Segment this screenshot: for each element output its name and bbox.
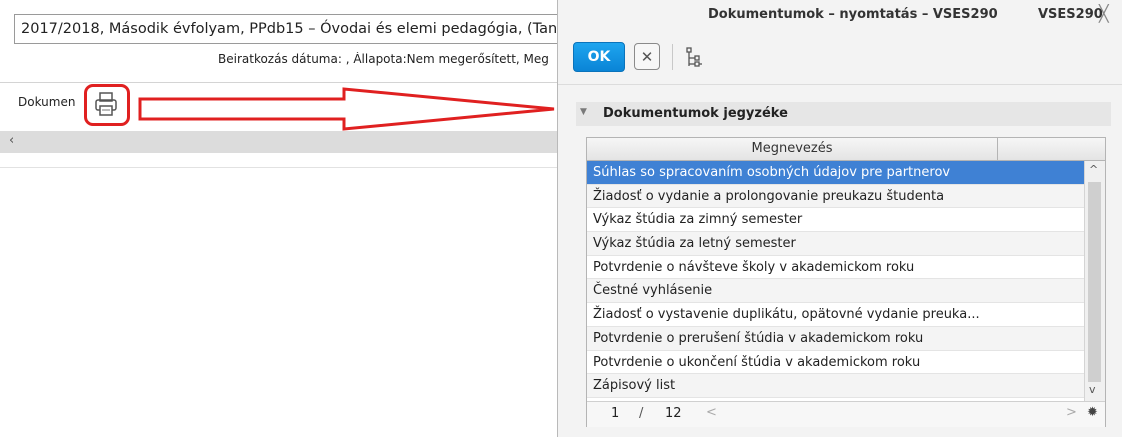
table-row[interactable]: Žiadosť o vystavenie duplikátu, opätovné… [587,303,1084,327]
student-window: 2017/2018, Második évfolyam, PPdb15 – Óv… [0,0,574,170]
divider [0,82,560,83]
next-page-icon[interactable]: > [1066,405,1077,420]
table-row[interactable]: Potvrdenie o návšteve školy v akademicko… [587,256,1084,280]
close-icon[interactable]: ╳ [1099,4,1109,23]
divider [558,84,1122,85]
pager-separator: / [639,406,644,421]
toolbar-separator [672,44,673,70]
ok-button[interactable]: OK [573,42,625,72]
panel-title: Dokumentumok jegyzéke [603,106,788,121]
table-row[interactable]: Čestné vyhlásenie [587,279,1084,304]
table-row[interactable]: Súhlas so spracovaním osobných údajov pr… [587,161,1084,185]
table-row[interactable]: Potvrdenie o ukončení štúdia v akademick… [587,351,1084,375]
table-row[interactable]: Zápisový list [587,374,1084,398]
total-pages: 12 [665,406,682,421]
table-row[interactable]: Potvrdenie o prerušení štúdia v akademic… [587,326,1084,351]
cancel-button[interactable]: ✕ [634,43,660,70]
table-row[interactable]: Žiadosť o vydanie a prolongovanie preuka… [587,184,1084,209]
table-header: Megnevezés [587,138,1105,161]
document-list-panel-header[interactable]: ▼ Dokumentumok jegyzéke [576,102,1111,126]
divider [0,167,560,168]
documents-table: Megnevezés Súhlas so spracovaním osobnýc… [586,137,1106,427]
table-pager: 1 / 12 < > ✹ [587,401,1105,427]
collapse-triangle-icon[interactable]: ▼ [580,107,587,117]
scrollbar-thumb[interactable] [1088,182,1101,382]
table-row[interactable]: Výkaz štúdia za zimný semester [587,208,1084,233]
current-page-input[interactable]: 1 [611,406,619,421]
column-header-name[interactable]: Megnevezés [587,138,998,160]
table-row[interactable]: Výkaz štúdia za letný semester [587,232,1084,256]
vertical-scrollbar[interactable]: ^ v [1084,161,1105,401]
documents-label: Dokumen [18,95,76,109]
hierarchy-icon[interactable] [684,46,704,68]
scroll-down-icon[interactable]: v [1089,383,1096,396]
horizontal-scrollbar[interactable]: ‹ [0,131,560,153]
enrollment-info: Beiratkozás dátuma: , Állapota:Nem meger… [218,52,549,66]
dialog-toolbar: OK ✕ [558,34,1122,80]
red-arrow-annotation [138,87,555,131]
dialog-code: VSES290 [1038,7,1103,22]
documents-print-dialog: Dokumentumok – nyomtatás – VSES290 VSES2… [557,0,1122,437]
scroll-left-icon[interactable]: ‹ [9,133,14,148]
scroll-up-icon[interactable]: ^ [1089,163,1098,176]
dialog-title: Dokumentumok – nyomtatás – VSES290 [708,7,998,22]
gear-icon[interactable]: ✹ [1087,405,1098,420]
printer-highlight-annotation [84,84,130,126]
close-icon: ✕ [640,47,654,66]
previous-page-icon[interactable]: < [706,405,717,420]
table-body: Súhlas so spracovaním osobných údajov pr… [587,161,1084,399]
study-info-field[interactable]: 2017/2018, Második évfolyam, PPdb15 – Óv… [14,14,574,44]
